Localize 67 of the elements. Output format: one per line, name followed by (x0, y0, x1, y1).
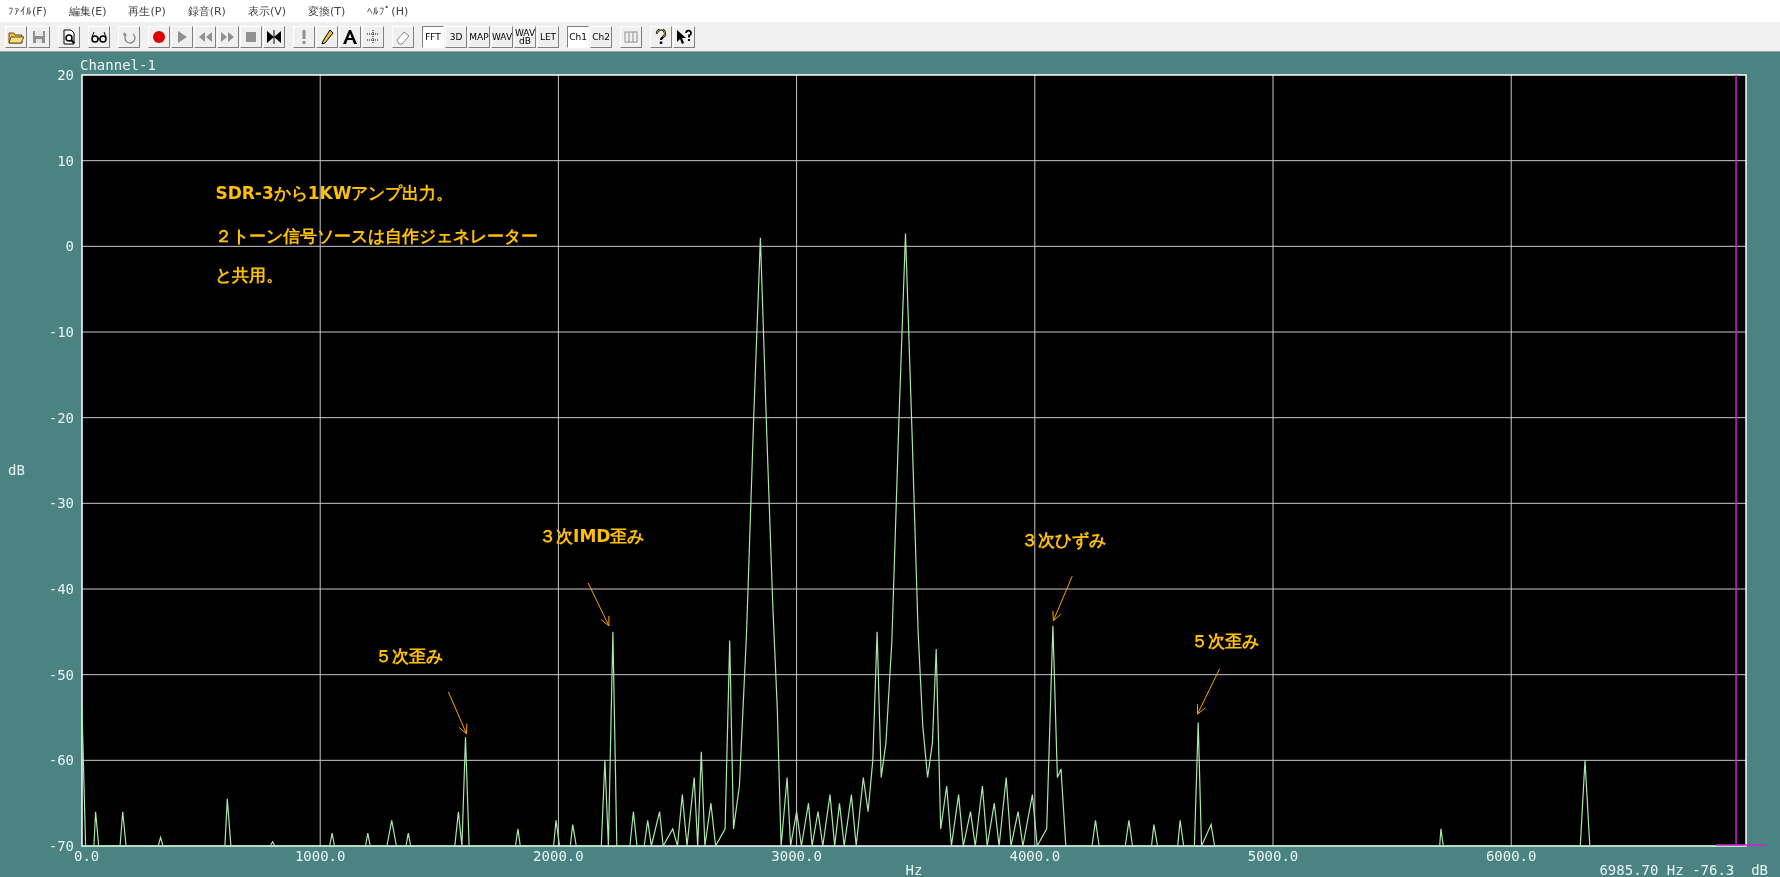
dotted-grid-button[interactable] (362, 25, 384, 48)
annotation-text: と共用。 (215, 264, 284, 285)
pencil-button[interactable] (316, 25, 338, 48)
annotation-arrow (447, 691, 468, 735)
x-axis-label: Hz (905, 862, 923, 876)
x-tick-label: 6000.0 (1485, 848, 1537, 864)
question-mark-button[interactable] (650, 25, 672, 48)
annotation-arrow (1197, 668, 1221, 715)
pointer-question-button[interactable] (673, 25, 695, 48)
cursor-readout: 6985.70 Hz -76.3 dB (1599, 862, 1768, 876)
menu-item[interactable]: 録音(R) (185, 3, 228, 19)
x-tick-label: 3000.0 (771, 848, 822, 864)
y-tick-label: 0 (65, 238, 74, 255)
glasses-button[interactable] (88, 25, 110, 48)
menu-item[interactable]: 編集(E) (66, 3, 109, 19)
y-tick-label: -10 (48, 324, 74, 340)
y-tick-label: -60 (48, 752, 74, 769)
view-button[interactable]: WAV (491, 25, 513, 48)
view-button[interactable]: WAV dB (514, 25, 536, 48)
x-tick-label: 4000.0 (1009, 848, 1061, 864)
y-tick-label: -70 (48, 838, 74, 854)
y-axis-label: dB (8, 461, 25, 478)
page-magnifier-icon (61, 28, 77, 45)
cursor-marker-drawing (1715, 844, 1767, 846)
bowtie-icon (266, 28, 282, 45)
view-button[interactable]: Ch2 (590, 25, 612, 48)
channel-label: Channel-1 (80, 57, 156, 73)
columns-icon (623, 28, 639, 45)
letter-a-glyph-button[interactable] (339, 25, 361, 48)
annotation-text: ３次ひずみ (1021, 530, 1107, 551)
view-button[interactable]: LET (537, 25, 559, 48)
x-tick-label: 2000.0 (533, 848, 584, 864)
y-tick-label: 10 (57, 152, 74, 169)
view-button[interactable]: FFT (422, 25, 444, 48)
annotation-text: SDR-3から1KWアンプ出力。 (215, 183, 454, 204)
record-dot-button[interactable] (148, 25, 170, 48)
menu-item[interactable]: ﾌｧｲﾙ(F) (6, 4, 49, 18)
pencil-icon (319, 28, 335, 45)
page-magnifier-button[interactable] (58, 25, 80, 48)
menu-item[interactable]: ﾍﾙﾌﾟ(H) (365, 4, 411, 18)
y-tick-label: 20 (57, 67, 74, 83)
y-tick-label: -20 (48, 409, 74, 426)
question-mark-icon (653, 28, 669, 45)
view-button[interactable]: 3D (445, 25, 467, 48)
annotation-arrow (587, 582, 610, 627)
view-button[interactable]: MAP (468, 25, 490, 48)
record-dot-icon (151, 28, 167, 45)
annotation-text: ２トーン信号ソースは自作ジェネレーター (215, 226, 539, 247)
annotation-arrow (1052, 575, 1073, 622)
pointer-question-icon (676, 28, 692, 45)
open-folder-button[interactable] (5, 25, 27, 48)
annotation-text: ５次歪み (374, 645, 443, 666)
y-tick-label: -30 (48, 495, 74, 512)
menu-item[interactable]: 変換(T) (306, 3, 348, 19)
y-tick-label: -40 (48, 581, 74, 597)
menu-item[interactable]: 表示(V) (245, 3, 289, 19)
dotted-grid-icon (365, 28, 381, 45)
annotation-text: ５次歪み (1191, 631, 1260, 652)
x-tick-label: 1000.0 (294, 848, 346, 864)
view-button[interactable]: Ch1 (567, 25, 589, 48)
eraser-button[interactable] (392, 25, 414, 48)
bowtie-button[interactable] (263, 25, 285, 48)
x-tick-label: 5000.0 (1247, 848, 1299, 864)
y-tick-label: -50 (48, 666, 74, 683)
x-tick-label: 0.0 (74, 848, 100, 864)
menu-item[interactable]: 再生(P) (126, 3, 168, 19)
letter-a-glyph-icon (342, 28, 358, 45)
